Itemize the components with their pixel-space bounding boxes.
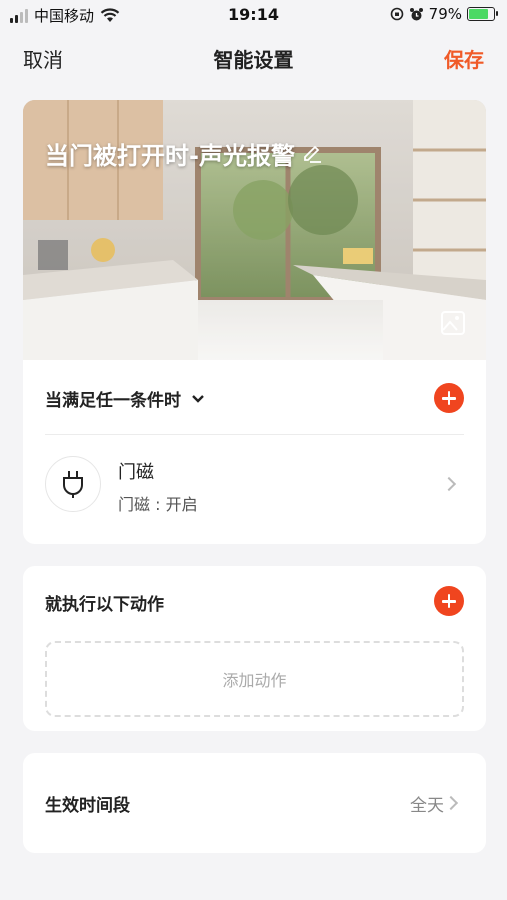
status-right: 79% — [390, 5, 498, 23]
battery-icon — [467, 7, 498, 21]
device-status: 门磁 : 开启 — [118, 495, 198, 514]
edit-icon[interactable] — [301, 143, 323, 165]
nav-bar: 取消 智能设置 保存 — [0, 38, 507, 78]
chevron-right-icon — [443, 795, 459, 811]
schedule-label: 生效时间段 — [45, 796, 130, 816]
scene-title-text: 当门被打开时-声光报警 — [45, 142, 295, 170]
condition-title: 当满足任一条件时 — [45, 391, 181, 411]
device-avatar — [45, 456, 101, 512]
chevron-down-icon — [192, 394, 204, 403]
battery-percent: 79% — [428, 5, 462, 23]
schedule-row[interactable]: 生效时间段 全天 — [23, 753, 486, 853]
add-action-icon-button[interactable] — [434, 586, 464, 616]
condition-selector[interactable]: 当满足任一条件时 — [45, 386, 205, 411]
condition-device-row[interactable]: 门磁 门磁 : 开启 — [23, 435, 486, 543]
rotation-lock-icon — [390, 7, 403, 21]
plug-icon — [63, 471, 83, 498]
alarm-icon — [409, 7, 423, 20]
schedule-value: 全天 — [410, 796, 444, 816]
scene-cover-image: 当门被打开时-声光报警 — [23, 100, 486, 360]
battery-fill — [469, 9, 488, 19]
action-card: 就执行以下动作 添加动作 — [23, 566, 486, 731]
chevron-right-icon — [441, 476, 457, 492]
status-bar: 中国移动 19:14 79% — [0, 0, 507, 30]
image-icon[interactable] — [440, 310, 466, 336]
page-title: 智能设置 — [213, 48, 294, 72]
scene-title[interactable]: 当门被打开时-声光报警 — [45, 136, 323, 171]
add-action-button[interactable]: 添加动作 — [45, 641, 464, 717]
save-button[interactable]: 保存 — [444, 44, 484, 73]
device-name: 门磁 — [118, 462, 154, 483]
add-condition-button[interactable] — [434, 383, 464, 413]
condition-card: 当满足任一条件时 门磁 门磁 : 开启 — [23, 360, 486, 544]
action-title: 就执行以下动作 — [45, 595, 164, 615]
